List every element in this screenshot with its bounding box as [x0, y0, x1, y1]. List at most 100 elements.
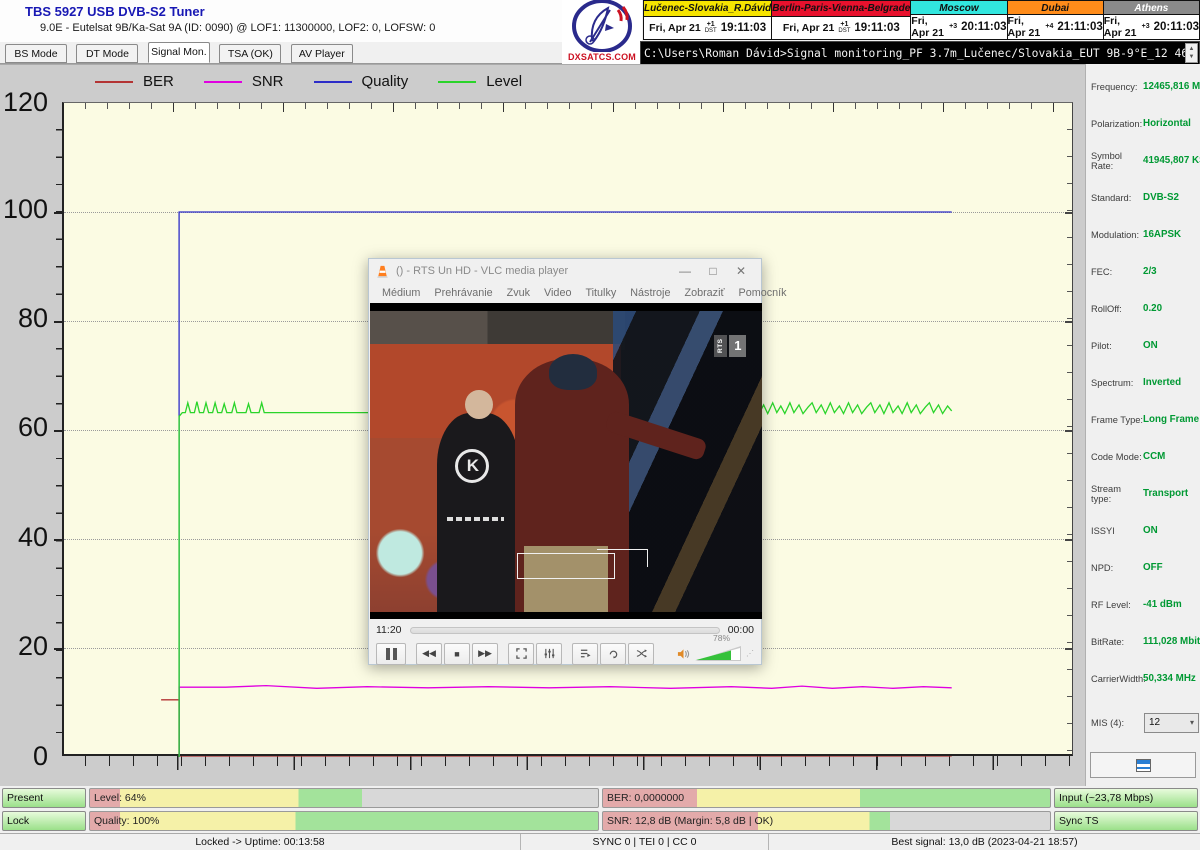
parameter-value: ON — [1143, 525, 1158, 536]
spin-up-icon[interactable]: ▲ — [1189, 46, 1195, 52]
parameter-label: Modulation: — [1091, 230, 1143, 240]
clock-time-row: Fri, Apr 21 +3 20:11:03 — [911, 15, 1006, 39]
y-tick-60: 60 — [2, 413, 48, 441]
lock-indicator: Lock — [2, 811, 86, 831]
gauge-row-1: Present Level: 64% BER: 0,0000000 Input … — [2, 788, 1198, 808]
console-spinner[interactable]: ▲▼ — [1185, 43, 1198, 63]
parameter-row: Code Mode: CCM — [1086, 438, 1200, 475]
y-tick-40: 40 — [2, 523, 48, 551]
video-area[interactable]: RTS 1 — [370, 303, 762, 619]
rts-logo-number: 1 — [729, 335, 746, 357]
elapsed-time: 11:20 — [376, 624, 402, 636]
pause-button[interactable] — [376, 643, 406, 665]
stop-button[interactable]: ■ — [444, 643, 470, 665]
minimize-button[interactable]: — — [671, 264, 699, 278]
mis-row: MIS (4): 12 ▾ — [1091, 704, 1199, 741]
chart-legend: BER SNR Quality Level — [95, 73, 522, 90]
status-gauges: Present Level: 64% BER: 0,0000000 Input … — [0, 786, 1200, 833]
console-command-text[interactable]: C:\Users\Roman Dávid>Signal monitoring_P… — [641, 47, 1185, 60]
menu-item[interactable]: Zvuk — [500, 287, 537, 299]
ber-gauge-label: BER: 0,0000000 — [607, 789, 684, 807]
painter-left-head — [465, 390, 493, 420]
next-button[interactable]: ▶▶ — [472, 643, 498, 665]
parameter-row: Polarization: Horizontal — [1086, 105, 1200, 142]
left-ticks — [56, 103, 62, 754]
volume-slider[interactable] — [695, 646, 741, 661]
seek-bar[interactable] — [410, 627, 720, 634]
parameter-value: 50,334 MHz — [1143, 673, 1196, 684]
clock-time: 19:11:03 — [721, 22, 766, 34]
series-snr — [179, 686, 952, 757]
uptime-status: Locked -> Uptime: 00:13:58 — [0, 834, 520, 850]
clock: Berlin-Paris-Vienna-Belgrade Fri, Apr 21… — [772, 0, 911, 40]
menu-item[interactable]: Nástroje — [623, 287, 677, 299]
fullscreen-button[interactable] — [508, 643, 534, 665]
tab[interactable]: BS Mode — [5, 44, 67, 63]
y-tick-20: 20 — [2, 632, 48, 660]
quality-gauge: Quality: 100% — [89, 811, 599, 831]
volume-control[interactable]: 78% ⋰ — [677, 646, 754, 661]
loop-button[interactable] — [600, 643, 626, 665]
parameter-row: RF Level: -41 dBm — [1086, 586, 1200, 623]
playlist-button[interactable] — [572, 643, 598, 665]
snr-gauge: SNR: 12,8 dB (Margin: 5,8 dB | OK) — [602, 811, 1051, 831]
clock-time: 19:11:03 — [854, 22, 899, 34]
offset-value: +3 — [949, 24, 957, 30]
tab[interactable]: DT Mode — [76, 44, 138, 63]
legend-line-swatch — [204, 81, 242, 83]
spin-down-icon[interactable]: ▼ — [1189, 54, 1195, 60]
parameter-row: CarrierWidth: 50,334 MHz — [1086, 660, 1200, 697]
parameter-label: ISSYI — [1091, 526, 1143, 536]
vlc-time-row: 11:20 00:00 — [369, 619, 761, 641]
tab[interactable]: TSA (OK) — [219, 44, 281, 63]
resize-grip-icon: ⋰ — [746, 649, 754, 658]
mis-select[interactable]: 12 ▾ — [1144, 713, 1199, 733]
parameter-label: Frequency: — [1091, 82, 1143, 92]
level-gauge: Level: 64% — [89, 788, 599, 808]
parameter-value: ON — [1143, 340, 1158, 351]
menu-item[interactable]: Zobraziť — [677, 287, 731, 299]
rts-logo-text: RTS — [714, 335, 727, 357]
sync-ts-indicator: Sync TS — [1054, 811, 1198, 831]
console-bar: C:\Users\Roman Dávid>Signal monitoring_P… — [640, 41, 1200, 65]
legend-item: SNR — [204, 73, 284, 90]
vlc-titlebar[interactable]: () - RTS Un HD - VLC media player — □ ✕ — [369, 259, 761, 283]
parameter-row: ISSYI ON — [1086, 512, 1200, 549]
total-time: 00:00 — [728, 624, 754, 636]
y-tick-80: 80 — [2, 304, 48, 332]
offset-value: +3 — [1142, 24, 1150, 30]
close-button[interactable]: ✕ — [727, 264, 755, 278]
channel-logo: RTS 1 — [714, 335, 746, 357]
quality-gauge-label: Quality: 100% — [94, 812, 159, 830]
bottom-major-ticks — [62, 756, 1075, 770]
hoodie-logo — [455, 449, 489, 483]
shuffle-button[interactable] — [628, 643, 654, 665]
menu-item[interactable]: Titulky — [578, 287, 623, 299]
clock-date: Fri, Apr 21 — [649, 22, 701, 34]
parameter-row: NPD: OFF — [1086, 549, 1200, 586]
tab[interactable]: Signal Mon. — [148, 42, 210, 63]
world-clocks: Lučenec-Slovakia_R.Dávid Fri, Apr 21 +1 … — [643, 0, 1200, 40]
ber-gauge: BER: 0,0000000 — [602, 788, 1051, 808]
parameter-label: FEC: — [1091, 267, 1143, 277]
snr-gauge-label: SNR: 12,8 dB (Margin: 5,8 dB | OK) — [607, 812, 773, 830]
clock-time-row: Fri, Apr 21 +4 21:11:03 — [1008, 15, 1103, 39]
menu-item[interactable]: Prehrávanie — [427, 287, 499, 299]
legend-line-swatch — [95, 81, 133, 83]
parameter-label: RollOff: — [1091, 304, 1143, 314]
input-bitrate-indicator: Input (~23,78 Mbps) — [1054, 788, 1198, 808]
equalizer-button[interactable] — [536, 643, 562, 665]
maximize-button[interactable]: □ — [699, 264, 727, 278]
menu-item[interactable]: Médium — [375, 287, 427, 299]
previous-button[interactable]: ◀◀ — [416, 643, 442, 665]
menu-item[interactable]: Video — [537, 287, 578, 299]
tab[interactable]: AV Player — [291, 44, 353, 63]
parameter-row: Symbol Rate: 41945,807 KS/s — [1086, 142, 1200, 179]
stream-list-button[interactable] — [1090, 752, 1196, 778]
parameter-row: Stream type: Transport — [1086, 475, 1200, 512]
menu-item[interactable]: Pomocník — [732, 287, 794, 299]
parameter-value: Horizontal — [1143, 118, 1191, 129]
clock-utc-offset: +3 — [1142, 24, 1150, 30]
volume-percent: 78% — [713, 633, 730, 643]
parameter-value: 2/3 — [1143, 266, 1157, 277]
